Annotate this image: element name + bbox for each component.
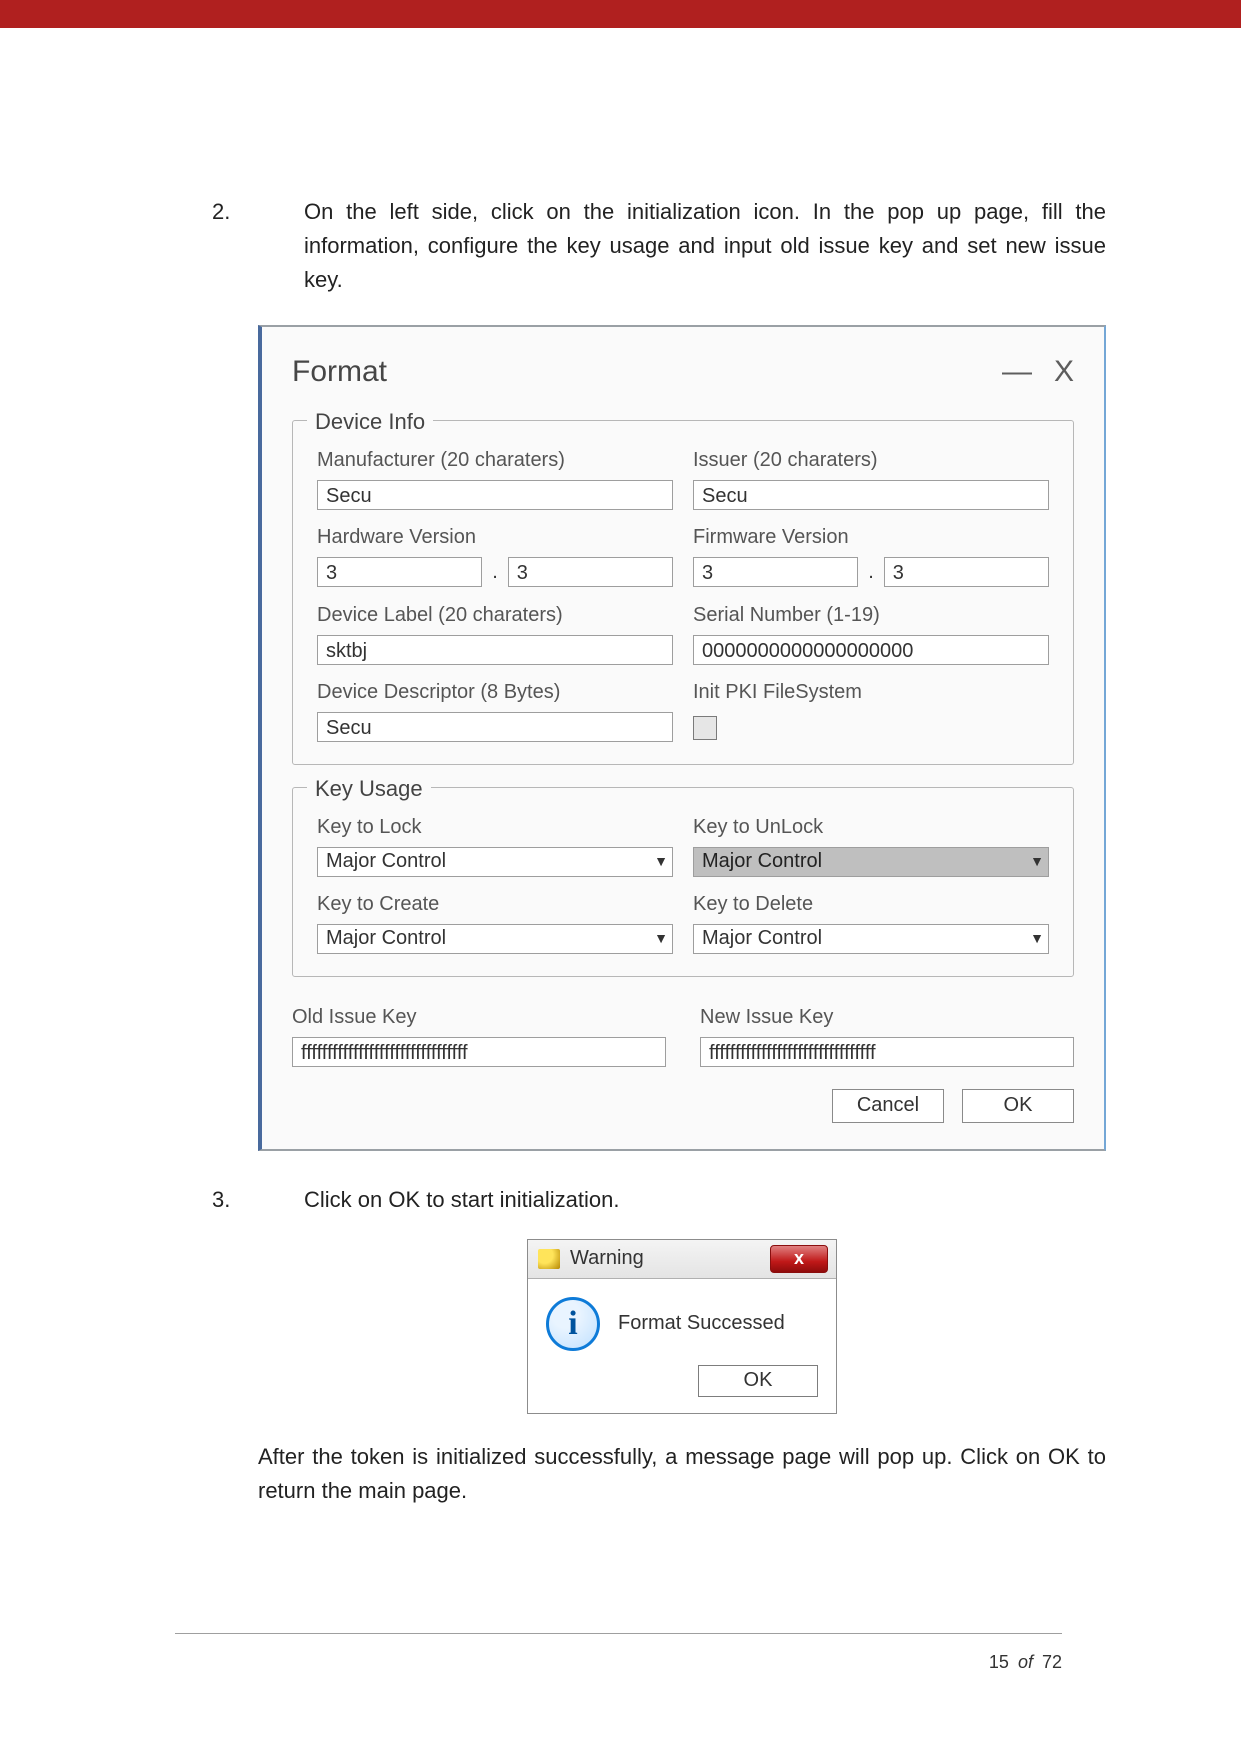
step-2-number: 2. <box>258 195 304 229</box>
format-dialog-title: Format <box>292 349 980 396</box>
key-usage-legend: Key Usage <box>307 772 431 806</box>
warning-button-row: OK <box>528 1365 836 1413</box>
issue-key-row: Old Issue Key ffffffffffffffffffffffffff… <box>292 999 1074 1067</box>
new-issue-key-label: New Issue Key <box>700 1006 833 1028</box>
page-number: 15 <box>989 1652 1009 1672</box>
warning-body: i Format Successed <box>528 1279 836 1365</box>
warning-title: Warning <box>570 1243 770 1274</box>
manufacturer-field: Manufacturer (20 charaters) Secu <box>317 445 673 510</box>
key-lock-select[interactable]: Major Control ▼ <box>317 847 673 877</box>
step-2: 2.On the left side, click on the initial… <box>258 195 1106 297</box>
warning-close-button[interactable]: x <box>770 1245 828 1273</box>
old-issue-key-field: Old Issue Key ffffffffffffffffffffffffff… <box>292 999 666 1067</box>
minimize-icon[interactable]: — <box>1002 349 1032 396</box>
warning-dialog: Warning x i Format Successed OK <box>527 1239 837 1414</box>
key-lock-field: Key to Lock Major Control ▼ <box>317 812 673 877</box>
device-label-field: Device Label (20 charaters) sktbj <box>317 600 673 665</box>
step-2-text: On the left side, click on the initializ… <box>304 199 1106 292</box>
key-delete-label: Key to Delete <box>693 889 1049 920</box>
page-of: of <box>1018 1652 1033 1672</box>
format-dialog-titlebar: Format — X <box>292 349 1074 396</box>
fw-version-dot: . <box>868 557 874 588</box>
step-3-text: Click on OK to start initialization. <box>304 1187 619 1212</box>
warning-app-icon <box>538 1249 560 1269</box>
format-dialog: Format — X Device Info Manufacturer (20 … <box>258 325 1106 1151</box>
new-issue-key-field: New Issue Key ffffffffffffffffffffffffff… <box>700 999 1074 1067</box>
device-descriptor-label: Device Descriptor (8 Bytes) <box>317 677 673 708</box>
info-icon: i <box>546 1297 600 1351</box>
new-issue-key-input[interactable]: ffffffffffffffffffffffffffffffff <box>700 1037 1074 1067</box>
key-delete-select[interactable]: Major Control ▼ <box>693 924 1049 954</box>
hw-version-field: Hardware Version 3 . 3 <box>317 522 673 588</box>
fw-version-label: Firmware Version <box>693 522 1049 553</box>
init-pki-label: Init PKI FileSystem <box>693 677 1049 708</box>
cancel-button[interactable]: Cancel <box>832 1089 944 1123</box>
page-footer: 15 of 72 <box>175 1633 1062 1673</box>
chevron-down-icon: ▼ <box>654 851 668 873</box>
chevron-down-icon: ▼ <box>1030 928 1044 950</box>
page-content: 2.On the left side, click on the initial… <box>258 28 1106 1508</box>
init-pki-field: Init PKI FileSystem <box>693 677 1049 742</box>
warning-titlebar: Warning x <box>528 1240 836 1279</box>
hw-version-dot: . <box>492 557 498 588</box>
device-info-legend: Device Info <box>307 405 433 439</box>
key-usage-group: Key Usage Key to Lock Major Control ▼ Ke… <box>292 787 1074 977</box>
hw-minor-input[interactable]: 3 <box>508 557 673 587</box>
page-total: 72 <box>1042 1652 1062 1672</box>
key-unlock-select[interactable]: Major Control ▼ <box>693 847 1049 877</box>
key-delete-field: Key to Delete Major Control ▼ <box>693 889 1049 954</box>
hw-version-label: Hardware Version <box>317 522 673 553</box>
old-issue-key-input[interactable]: ffffffffffffffffffffffffffffffff <box>292 1037 666 1067</box>
device-descriptor-field: Device Descriptor (8 Bytes) Secu <box>317 677 673 742</box>
device-label-label: Device Label (20 charaters) <box>317 600 673 631</box>
key-lock-label: Key to Lock <box>317 812 673 843</box>
key-create-select[interactable]: Major Control ▼ <box>317 924 673 954</box>
old-issue-key-label: Old Issue Key <box>292 1006 417 1028</box>
init-pki-checkbox[interactable] <box>693 716 717 740</box>
fw-minor-input[interactable]: 3 <box>884 557 1049 587</box>
serial-number-label: Serial Number (1-19) <box>693 600 1049 631</box>
key-delete-value: Major Control <box>702 923 822 954</box>
page-top-bar <box>0 0 1241 28</box>
serial-number-field: Serial Number (1-19) 0000000000000000000 <box>693 600 1049 665</box>
device-info-group: Device Info Manufacturer (20 charaters) … <box>292 420 1074 765</box>
device-descriptor-input[interactable]: Secu <box>317 712 673 742</box>
issuer-label: Issuer (20 charaters) <box>693 445 1049 476</box>
chevron-down-icon: ▼ <box>654 928 668 950</box>
key-unlock-value: Major Control <box>702 846 822 877</box>
key-unlock-label: Key to UnLock <box>693 812 1049 843</box>
device-label-input[interactable]: sktbj <box>317 635 673 665</box>
chevron-down-icon: ▼ <box>1030 851 1044 873</box>
key-lock-value: Major Control <box>326 846 446 877</box>
format-dialog-buttons: Cancel OK <box>292 1089 1074 1123</box>
fw-major-input[interactable]: 3 <box>693 557 858 587</box>
fw-version-field: Firmware Version 3 . 3 <box>693 522 1049 588</box>
after-paragraph: After the token is initialized successfu… <box>258 1440 1106 1508</box>
serial-number-input[interactable]: 0000000000000000000 <box>693 635 1049 665</box>
key-create-value: Major Control <box>326 923 446 954</box>
close-icon[interactable]: X <box>1054 349 1074 396</box>
hw-major-input[interactable]: 3 <box>317 557 482 587</box>
step-3-number: 3. <box>258 1183 304 1217</box>
step-3: 3.Click on OK to start initialization. <box>258 1183 1106 1217</box>
manufacturer-input[interactable]: Secu <box>317 480 673 510</box>
issuer-input[interactable]: Secu <box>693 480 1049 510</box>
ok-button[interactable]: OK <box>962 1089 1074 1123</box>
key-create-label: Key to Create <box>317 889 673 920</box>
key-unlock-field: Key to UnLock Major Control ▼ <box>693 812 1049 877</box>
warning-ok-button[interactable]: OK <box>698 1365 818 1397</box>
issuer-field: Issuer (20 charaters) Secu <box>693 445 1049 510</box>
manufacturer-label: Manufacturer (20 charaters) <box>317 445 673 476</box>
key-create-field: Key to Create Major Control ▼ <box>317 889 673 954</box>
warning-message: Format Successed <box>618 1308 785 1339</box>
